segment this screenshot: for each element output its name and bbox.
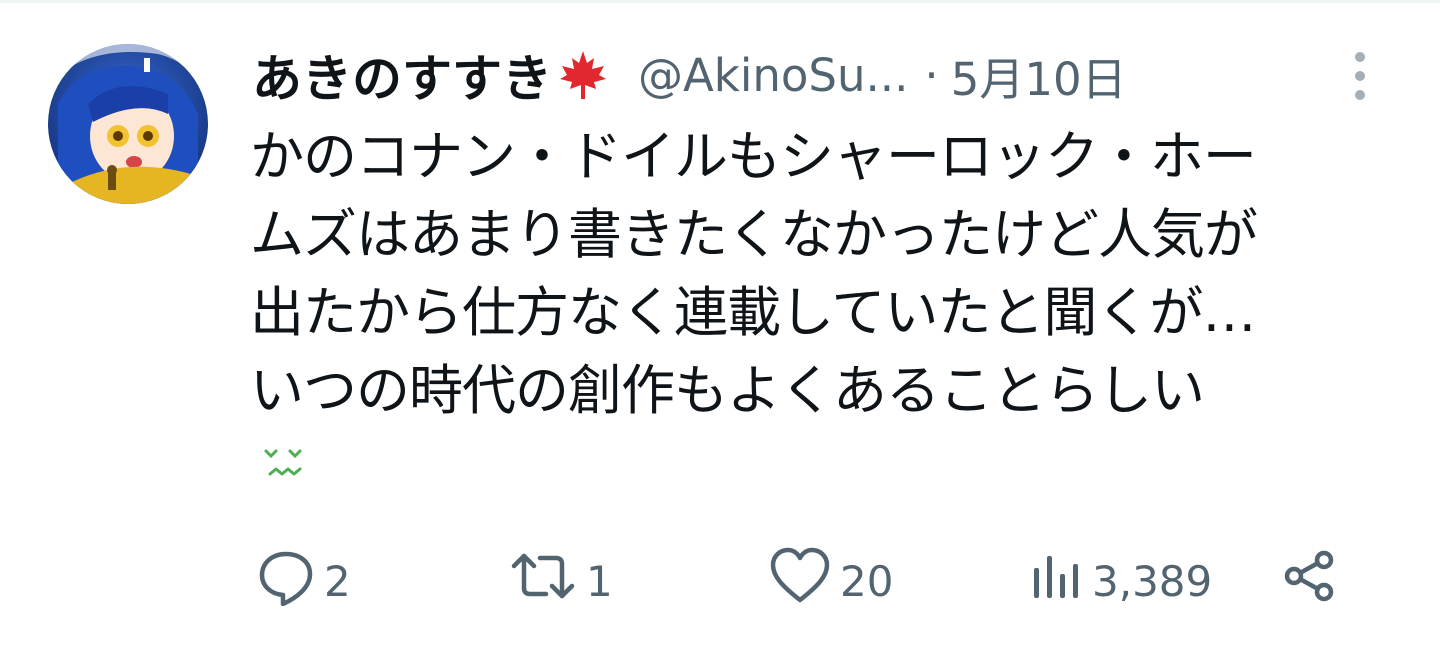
display-name[interactable]: あきのすすき <box>252 39 552 111</box>
views-button[interactable]: 3,389 <box>1028 546 1212 616</box>
confounded-face-icon <box>262 446 306 486</box>
tweet-text: かのコナン・ドイルもシャーロック・ホー ムズはあまり書きたくなかったけど人気が … <box>250 125 1258 422</box>
heart-icon <box>768 546 832 616</box>
retweet-count: 1 <box>586 556 613 606</box>
share-icon <box>1280 546 1340 616</box>
analytics-icon <box>1028 546 1084 616</box>
action-bar: 2 1 20 3,389 <box>256 546 1356 616</box>
maple-leaf-icon <box>558 49 608 101</box>
tweet-date[interactable]: 5月10日 <box>951 43 1127 108</box>
retweet-icon <box>508 546 578 616</box>
reply-button[interactable]: 2 <box>256 546 351 616</box>
reply-icon <box>256 546 316 616</box>
top-divider <box>0 0 1440 3</box>
avatar[interactable] <box>48 44 208 204</box>
like-button[interactable]: 20 <box>768 546 893 616</box>
more-options-icon[interactable] <box>1342 48 1378 104</box>
tweet-header: あきのすすき @AkinoSu... · 5月10日 <box>252 40 1382 110</box>
reply-count: 2 <box>324 556 351 606</box>
views-count: 3,389 <box>1092 556 1213 606</box>
user-handle[interactable]: @AkinoSu... <box>638 49 908 102</box>
separator-dot: · <box>924 48 939 102</box>
share-button[interactable] <box>1280 546 1340 616</box>
like-count: 20 <box>840 556 894 606</box>
retweet-button[interactable]: 1 <box>508 546 613 616</box>
